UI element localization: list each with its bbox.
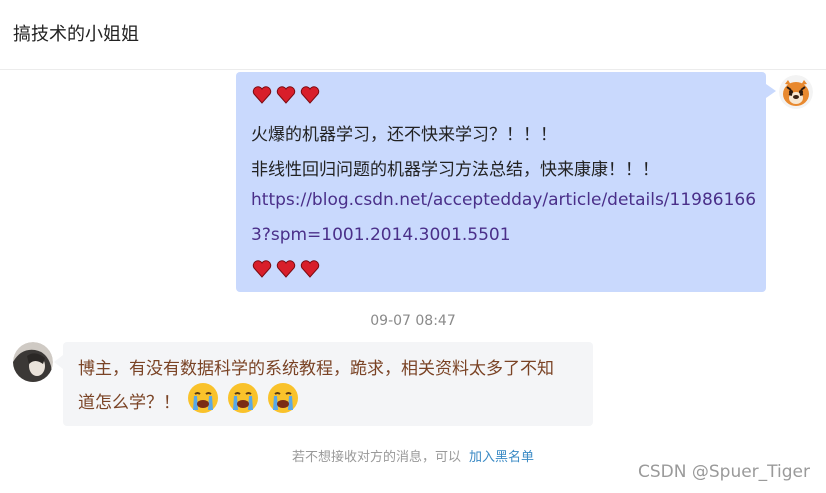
message-link-continued[interactable]: 3?spm=1001.2014.3001.5501	[251, 225, 511, 245]
crying-face-emoji-icon	[188, 383, 218, 413]
hearts-row-bottom	[252, 260, 320, 278]
heart-emoji-icon	[300, 86, 320, 104]
hearts-row-top	[252, 86, 320, 104]
heart-emoji-icon	[276, 260, 296, 278]
emoji-row	[187, 382, 299, 414]
outgoing-message-bubble[interactable]: 火爆的机器学习，还不快来学习？！！！ 非线性回归问题的机器学习方法总结，快来康康…	[236, 72, 776, 292]
add-to-blacklist-link[interactable]: 加入黑名单	[469, 450, 534, 465]
crying-face-emoji-icon	[268, 383, 298, 413]
chat-header: 搞技术的小姐姐	[0, 0, 826, 70]
heart-emoji-icon	[300, 260, 320, 278]
message-text-line: 火爆的机器学习，还不快来学习？！！！	[251, 125, 557, 145]
message-text-line: 道怎么学？！	[78, 393, 180, 413]
heart-emoji-icon	[252, 86, 272, 104]
message-timestamp: 09-07 08:47	[370, 313, 456, 329]
heart-emoji-icon	[276, 86, 296, 104]
message-text-line: 非线性回归问题的机器学习方法总结，快来康康！！！	[251, 160, 659, 180]
watermark: CSDN @Spuer_Tiger	[637, 462, 810, 482]
crying-face-emoji-icon	[228, 383, 258, 413]
incoming-message-bubble[interactable]: 博主，有没有数据科学的系统教程，跪求，相关资料太多了不知 道怎么学？！	[54, 342, 593, 426]
tiger-avatar-icon[interactable]	[779, 75, 813, 109]
contact-name: 搞技术的小姐姐	[13, 24, 139, 45]
message-text-line: 博主，有没有数据科学的系统教程，跪求，相关资料太多了不知	[78, 359, 554, 379]
user-avatar-icon[interactable]	[13, 342, 53, 382]
notice-text: 若不想接收对方的消息，可以	[291, 450, 461, 465]
heart-emoji-icon	[252, 260, 272, 278]
message-link[interactable]: https://blog.csdn.net/acceptedday/articl…	[251, 190, 756, 210]
